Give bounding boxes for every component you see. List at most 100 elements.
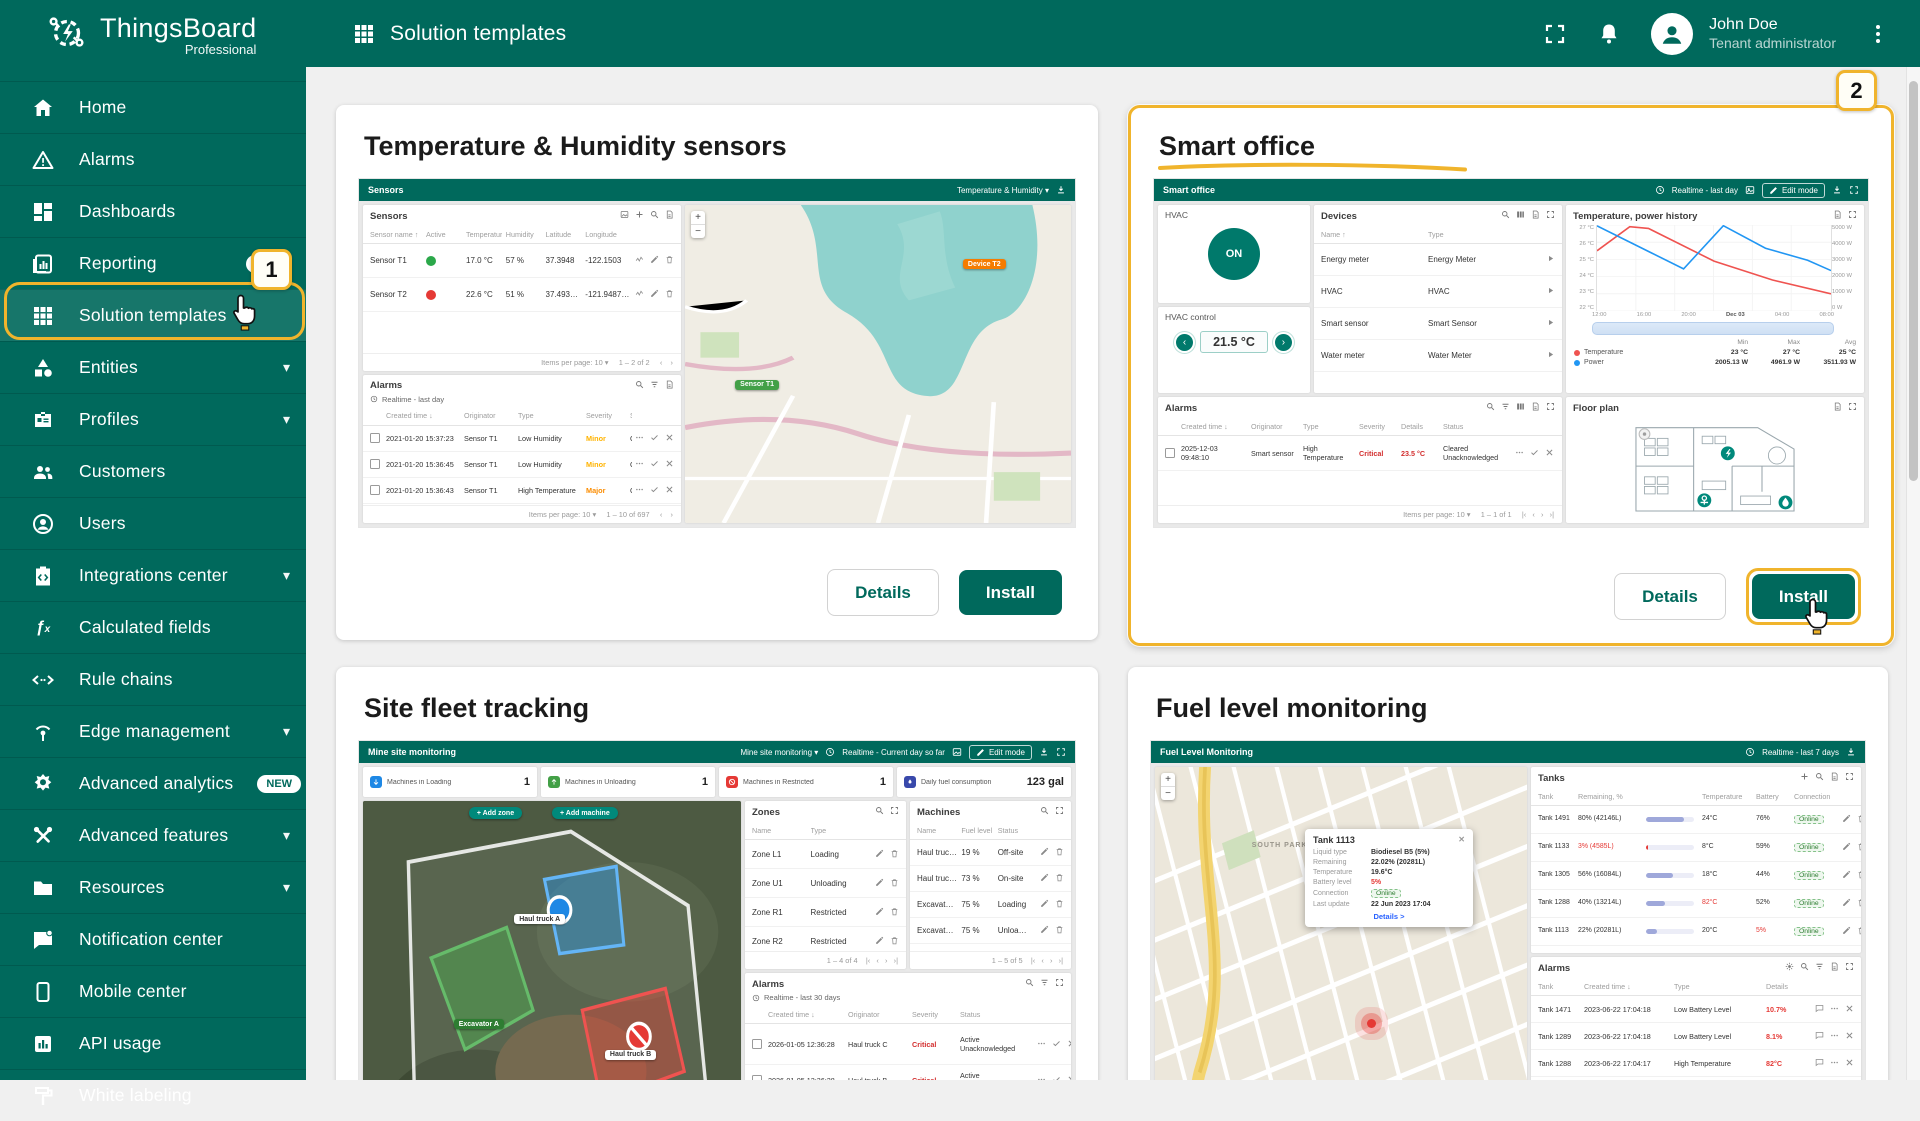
download-icon [1832, 185, 1842, 195]
dots-icon [1037, 1075, 1046, 1081]
close-icon [665, 459, 674, 470]
dashboard-title: Smart office [1163, 185, 1215, 195]
sidebar-item-integrations-center[interactable]: Integrations center▾ [0, 549, 306, 601]
download-icon [1039, 747, 1049, 757]
timewindow-label: Realtime - Current day so far [842, 748, 945, 757]
sidebar-item-api-usage[interactable]: API usage [0, 1017, 306, 1069]
edit-icon [1040, 925, 1049, 936]
sidebar-item-mobile-center[interactable]: Mobile center [0, 965, 306, 1017]
row-checkbox [1165, 448, 1175, 458]
logo[interactable]: ThingsBoard Professional [0, 0, 306, 70]
chart-brush [1592, 322, 1834, 335]
scrollbar-thumb[interactable] [1909, 81, 1918, 481]
sidebar-item-entities[interactable]: Entities▾ [0, 341, 306, 393]
loading-icon [370, 776, 382, 788]
widget-title: Alarms [1538, 963, 1570, 974]
sidebar-item-label: API usage [79, 1033, 162, 1054]
close-icon [1845, 1004, 1854, 1015]
table-row: Tank 11333% (4585L)8°C59%Online [1531, 834, 1861, 862]
plus-icon [1800, 772, 1809, 784]
check-icon [1052, 1075, 1061, 1081]
row-actions [1840, 870, 1861, 881]
users-icon [31, 512, 55, 536]
table-row: Zone R2Restricted [745, 927, 906, 951]
analytics-icon [31, 772, 55, 796]
export-icon [1830, 962, 1839, 974]
sidebar-item-profiles[interactable]: Profiles▾ [0, 393, 306, 445]
sidebar-item-edge-management[interactable]: Edge management▾ [0, 705, 306, 757]
row-checkbox [370, 485, 380, 495]
play-icon [1546, 286, 1555, 297]
filter-icon [1501, 402, 1510, 414]
dashboard-title: Sensors [368, 185, 404, 195]
table-row: Smart sensorSmart Sensor [1314, 308, 1562, 340]
geo-map: +− Device T2Sensor T1 [685, 205, 1071, 523]
details-button[interactable]: Details [1614, 573, 1726, 620]
edge-icon [31, 720, 55, 744]
trash-icon [1857, 926, 1861, 937]
trash-icon [1055, 925, 1064, 936]
sidebar-item-home[interactable]: Home [0, 81, 306, 133]
trash-icon [890, 936, 899, 947]
user-block[interactable]: John Doe Tenant administrator [1709, 15, 1836, 53]
integrations-icon [31, 564, 55, 588]
dots-icon [635, 485, 644, 496]
floor-plan-widget: Floor plan [1566, 397, 1864, 523]
map-zoom-control: +− [691, 211, 705, 238]
sidebar-item-white-labeling[interactable]: White labeling [0, 1069, 306, 1121]
row-actions [1034, 899, 1064, 910]
row-actions [1034, 873, 1064, 884]
fullscreen-icon[interactable] [1543, 22, 1567, 46]
white-labeling-icon [31, 1084, 55, 1108]
table-row: Haul truck B55 %Restricted [910, 944, 1071, 951]
features-icon [31, 824, 55, 848]
sidebar-item-users[interactable]: Users [0, 497, 306, 549]
sidebar-item-advanced-analytics[interactable]: Advanced analyticsNEW [0, 757, 306, 809]
page-scrollbar[interactable] [1906, 67, 1920, 1080]
fullscreen-icon [890, 806, 899, 818]
sidebar-item-customers[interactable]: Customers [0, 445, 306, 497]
fullscreen-icon [1848, 402, 1857, 414]
row-actions [1513, 448, 1562, 459]
kebab-menu-icon[interactable] [1866, 22, 1890, 46]
export-icon [1833, 210, 1842, 222]
search-icon [1501, 210, 1510, 222]
grid-icon [352, 22, 376, 46]
sidebar-item-resources[interactable]: Resources▾ [0, 861, 306, 913]
play-icon [1560, 448, 1562, 459]
template-preview-image: Sensors Temperature & Humidity ▾ Sensors… [358, 178, 1076, 528]
solution-templates-icon [31, 304, 55, 328]
map-zoom-control: +− [1161, 773, 1175, 800]
search-icon [1486, 402, 1495, 414]
table-row: Tank 128840% (13214L)82°C52%Online [1531, 890, 1861, 918]
notifications-bell-icon[interactable] [1597, 22, 1621, 46]
table-pagination: 1 – 4 of 4 |‹ ‹ › ›| [745, 951, 906, 969]
status-dot [426, 290, 436, 300]
template-card-fuel-level-monitoring: Fuel level monitoring Fuel Level Monitor… [1128, 667, 1888, 1080]
table-row: Haul truck A73 %On-site [910, 866, 1071, 892]
table-row: Haul truck C19 %Off-site [910, 840, 1071, 866]
row-actions [1840, 926, 1861, 937]
install-button[interactable]: Install [959, 570, 1062, 615]
close-icon [1067, 1075, 1071, 1081]
sidebar-item-rule-chains[interactable]: Rule chains [0, 653, 306, 705]
new-badge: NEW [257, 775, 301, 793]
sidebar-item-notification-center[interactable]: Notification center [0, 913, 306, 965]
sidebar-item-calculated-fields[interactable]: ƒxCalculated fields [0, 601, 306, 653]
row-actions [1812, 1004, 1854, 1015]
thingsboard-logo-icon [44, 10, 90, 61]
fullscreen-icon [1546, 210, 1555, 222]
sidebar-item-alarms[interactable]: Alarms [0, 133, 306, 185]
details-button[interactable]: Details [827, 569, 939, 616]
sidebar-item-advanced-features[interactable]: Advanced features▾ [0, 809, 306, 861]
avatar[interactable] [1651, 13, 1693, 55]
level-bar [1646, 901, 1694, 906]
fullscreen-icon [1055, 806, 1064, 818]
status-badge: Online [1794, 815, 1824, 824]
check-icon [650, 485, 659, 496]
level-bar [1646, 873, 1694, 878]
widget-title: Zones [752, 807, 780, 818]
timewindow-label: Realtime - last 7 days [1762, 748, 1839, 757]
sidebar-item-dashboards[interactable]: Dashboards [0, 185, 306, 237]
gear-icon [1785, 962, 1794, 974]
